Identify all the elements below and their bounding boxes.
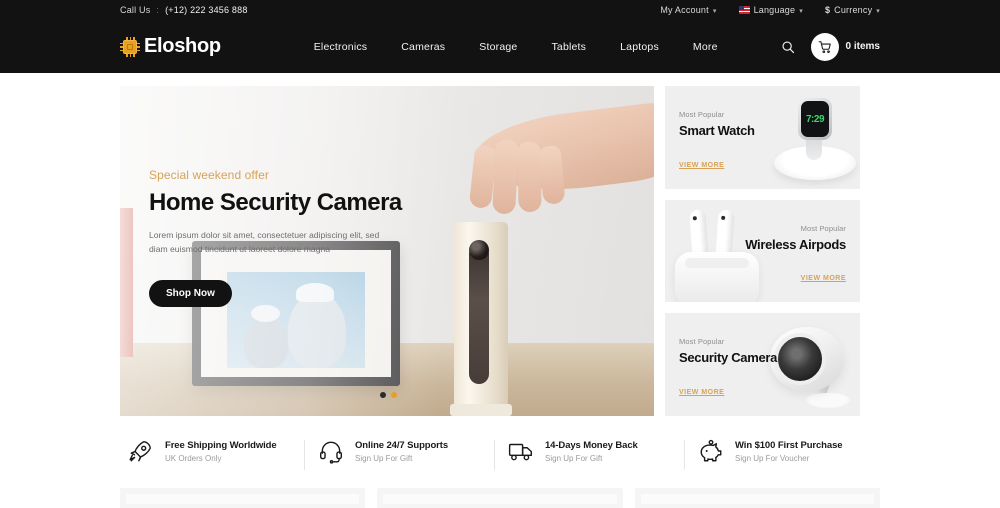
hero-title: Home Security Camera [149,189,402,216]
feature-text: 14-Days Money Back Sign Up For Gift [545,440,638,463]
smart-watch-image: 7:29 [758,86,860,188]
rocket-icon [129,441,151,462]
cart-circle [810,32,839,61]
chip-icon [120,36,140,57]
nav-item-cameras[interactable]: Cameras [401,41,445,53]
search-icon [781,40,794,53]
feature-text: Online 24/7 Supports Sign Up For Gift [355,440,448,463]
nav-item-electronics[interactable]: Electronics [314,41,368,53]
page-content: Special weekend offer Home Security Came… [120,73,880,508]
top-bar-inner: Call Us : (+12) 222 3456 888 My Account … [120,0,880,20]
nav-item-laptops[interactable]: Laptops [620,41,659,53]
promo-title: Security Camera [679,350,778,365]
promo-card-security-camera[interactable]: Most Popular Security Camera VIEW MORE [665,313,860,416]
my-account-dropdown[interactable]: My Account ▾ [660,5,716,15]
currency-dropdown[interactable]: $ Currency ▾ [825,5,880,15]
feature-subtitle: Sign Up For Gift [355,453,413,463]
piggy-bank-icon [700,439,722,462]
feature-text: Free Shipping Worldwide UK Orders Only [165,440,277,463]
category-block[interactable] [634,488,880,508]
hero-and-promos: Special weekend offer Home Security Came… [120,86,880,416]
call-us-label: Call Us [120,5,151,15]
feature-title: Free Shipping Worldwide [165,439,277,451]
promo-title: Wireless Airpods [745,236,846,252]
feature-money-back: 14-Days Money Back Sign Up For Gift [494,438,690,470]
category-block[interactable] [120,488,366,508]
search-button[interactable] [779,38,797,56]
feature-first-purchase: Win $100 First Purchase Sign Up For Vouc… [684,438,880,470]
promo-card-smart-watch[interactable]: 7:29 Most Popular Smart Watch VIEW MORE [665,86,860,189]
feature-free-shipping: Free Shipping Worldwide UK Orders Only [120,438,310,464]
site-header: Eloshop Electronics Cameras Storage Tabl… [0,20,1000,73]
airpods-case [675,251,759,302]
feature-title: Online 24/7 Supports [355,439,449,451]
nav-item-storage[interactable]: Storage [479,41,517,53]
watch-time: 7:29 [805,113,825,125]
promo-text: Most Popular Wireless Airpods [745,224,846,252]
view-more-link[interactable]: VIEW MORE [679,162,724,169]
promo-title: Smart Watch [679,123,755,138]
promo-cards: 7:29 Most Popular Smart Watch VIEW MORE [665,86,860,416]
cart-item-count: 0 items [845,41,880,52]
feature-text: Win $100 First Purchase Sign Up For Vouc… [735,439,843,463]
logo-text: Eloshop [144,35,221,57]
flag-icon [738,6,750,14]
header-actions: 0 items [779,32,880,61]
camera-base [804,393,852,409]
nav-item-tablets[interactable]: Tablets [551,41,586,53]
currency-symbol: $ [824,5,831,15]
carousel-dot-2[interactable] [391,392,397,398]
cart-icon [818,40,831,53]
promo-kicker: Most Popular [679,337,725,346]
hero-slider[interactable]: Special weekend offer Home Security Came… [120,86,654,416]
feature-online-support: Online 24/7 Supports Sign Up For Gift [304,438,500,470]
chevron-down-icon: ▾ [799,7,803,15]
carousel-dots [380,392,397,398]
carousel-dot-1[interactable] [380,392,386,398]
feature-title: Win $100 First Purchase [735,439,843,451]
hero-description: Lorem ipsum dolor sit amet, consectetuer… [149,230,380,255]
contact-info: Call Us : (+12) 222 3456 888 [120,5,248,15]
top-bar: Call Us : (+12) 222 3456 888 My Account … [0,0,1000,20]
nav-item-more[interactable]: More [693,41,718,53]
main-navigation: Electronics Cameras Storage Tablets Lapt… [314,41,718,53]
features-bar: Free Shipping Worldwide UK Orders Only O… [120,438,880,470]
category-block[interactable] [377,488,623,508]
separator: : [156,5,160,15]
category-strip [120,488,880,508]
language-dropdown[interactable]: Language ▾ [738,5,803,15]
promo-kicker: Most Popular [800,223,846,233]
feature-title: 14-Days Money Back [545,439,638,451]
camera-lens [774,333,826,385]
language-label: Language [753,5,796,15]
hero-content: Special weekend offer Home Security Came… [149,168,449,308]
phone-number[interactable]: (+12) 222 3456 888 [165,5,247,15]
watch-body: 7:29 [798,98,832,140]
feature-subtitle: UK Orders Only [165,453,222,463]
camera-barrel [770,327,844,391]
site-logo[interactable]: Eloshop [120,35,221,58]
promo-kicker: Most Popular [679,110,725,119]
shop-now-button[interactable]: Shop Now [149,280,232,308]
top-bar-links: My Account ▾ Language ▾ $ Currency ▾ [660,5,880,15]
chevron-down-icon: ▾ [876,7,880,15]
cart-button[interactable]: 0 items [810,32,880,61]
view-more-link[interactable]: VIEW MORE [801,275,846,282]
chevron-down-icon: ▾ [712,7,717,15]
promo-card-wireless-airpods[interactable]: Most Popular Wireless Airpods VIEW MORE [665,199,860,302]
currency-label: Currency [834,5,873,15]
view-more-link[interactable]: VIEW MORE [679,389,724,396]
security-camera-image [752,315,860,415]
header-inner: Eloshop Electronics Cameras Storage Tabl… [120,20,880,73]
truck-icon [508,443,532,461]
promo-text: Most Popular Security Camera [679,337,777,365]
promo-text: Most Popular Smart Watch [679,110,755,138]
feature-subtitle: Sign Up For Voucher [735,453,810,463]
feature-subtitle: Sign Up For Gift [545,453,603,463]
my-account-label: My Account [660,5,709,15]
hero-kicker: Special weekend offer [149,168,269,182]
headset-icon [320,441,342,464]
watch-screen: 7:29 [801,101,829,137]
